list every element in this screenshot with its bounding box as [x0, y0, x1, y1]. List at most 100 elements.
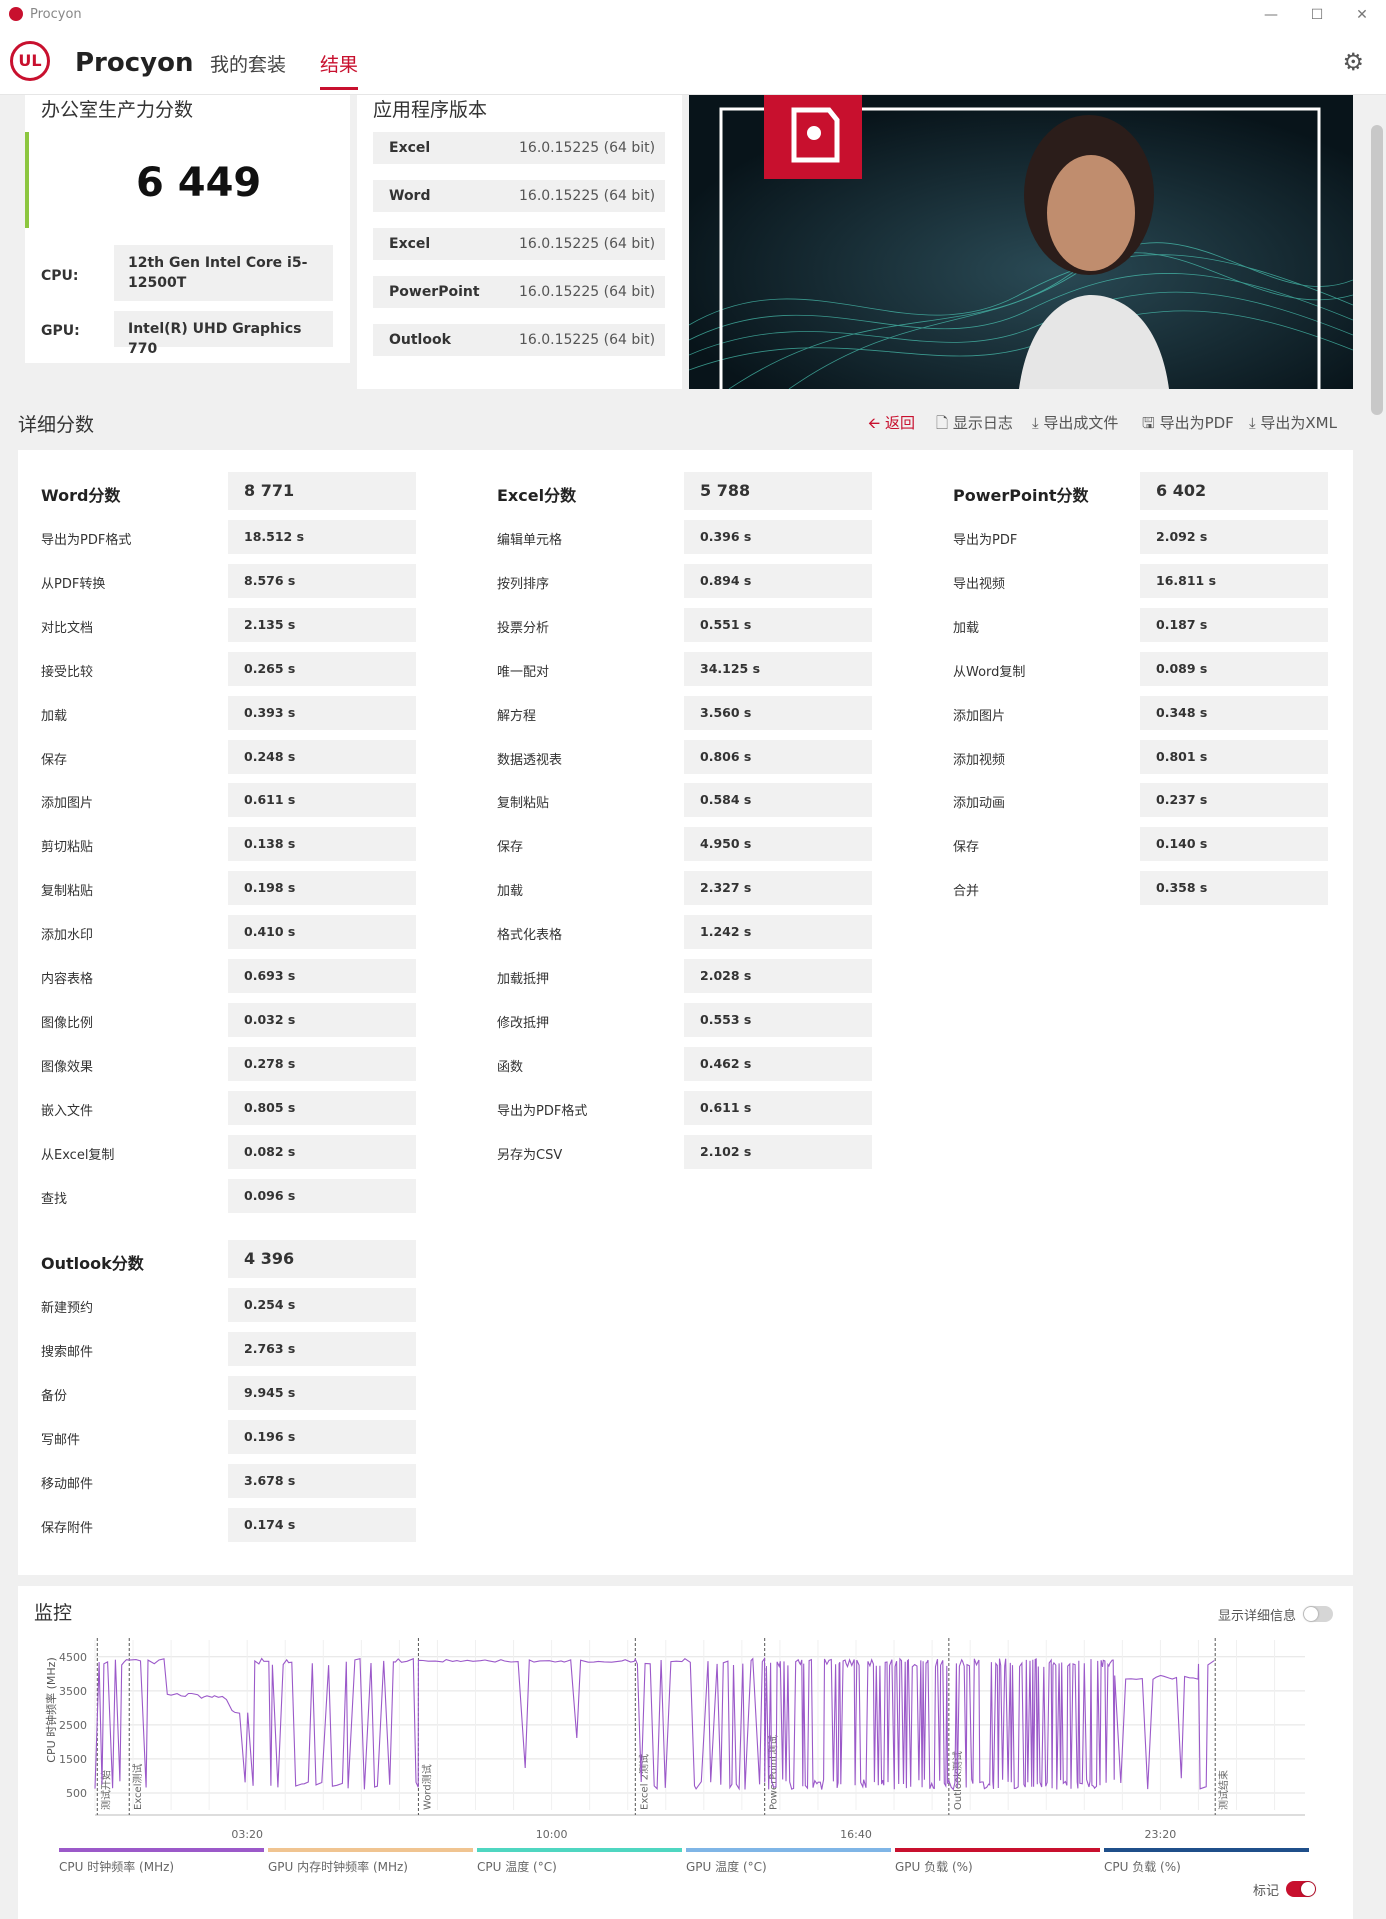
- test-time: 0.032 s: [228, 1002, 416, 1037]
- test-name: 唯一配对: [497, 664, 550, 680]
- ul-logo-icon: UL: [10, 41, 50, 81]
- test-time: 0.393 s: [228, 695, 416, 730]
- show-details-toggle[interactable]: [1303, 1606, 1333, 1622]
- test-time: 0.140 s: [1140, 827, 1328, 862]
- show-log-button[interactable]: 🗋 显示日志: [936, 412, 1013, 438]
- cpu-label: CPU:: [41, 268, 79, 284]
- app-name: Outlook: [389, 332, 451, 348]
- powerpoint-score-title: PowerPoint分数: [953, 486, 1089, 505]
- test-time: 0.410 s: [228, 915, 416, 950]
- test-time: 2.327 s: [684, 871, 872, 906]
- test-time: 0.611 s: [684, 1090, 872, 1125]
- test-time: 0.801 s: [1140, 739, 1328, 774]
- test-name: 从Excel复制: [41, 1147, 115, 1163]
- y-tick-label: 2500: [59, 1719, 87, 1732]
- test-name: 格式化表格: [497, 928, 563, 944]
- window-title: Procyon: [30, 7, 82, 22]
- window-titlebar: Procyon — ☐ ✕: [0, 0, 1386, 30]
- legend-swatch: [477, 1848, 682, 1852]
- marker-label: Excel测试: [131, 1764, 144, 1811]
- test-time: 0.358 s: [1140, 871, 1328, 906]
- test-name: 编辑单元格: [497, 533, 563, 548]
- scrollbar-thumb[interactable]: [1371, 125, 1383, 415]
- test-name: 解方程: [497, 708, 537, 724]
- test-time: 2.135 s: [228, 607, 416, 642]
- tab-results[interactable]: 结果: [320, 50, 359, 90]
- test-time: 0.248 s: [228, 739, 416, 774]
- test-name: 导出为PDF: [953, 533, 1018, 548]
- test-time: 0.611 s: [228, 783, 416, 818]
- test-name: 备份: [41, 1388, 68, 1404]
- test-name: 函数: [497, 1059, 524, 1075]
- monitor-title: 监控: [34, 1602, 73, 1624]
- gpu-value: Intel(R) UHD Graphics 770: [114, 311, 333, 357]
- test-name: 接受比较: [41, 664, 94, 680]
- marker-label: 测试结束: [1217, 1770, 1230, 1810]
- test-time: 3.678 s: [228, 1463, 416, 1498]
- versions-title: 应用程序版本: [373, 99, 488, 121]
- overall-score: 6 449: [136, 160, 262, 206]
- test-time: 0.693 s: [228, 959, 416, 993]
- test-name: 保存: [41, 752, 68, 768]
- test-time: 0.237 s: [1140, 783, 1328, 818]
- test-time: 0.174 s: [228, 1507, 416, 1542]
- minimize-button[interactable]: —: [1256, 4, 1286, 26]
- test-time: 0.187 s: [1140, 607, 1328, 642]
- test-name: 保存附件: [41, 1520, 94, 1536]
- test-name: 图像效果: [41, 1059, 94, 1075]
- test-name: 按列排序: [497, 576, 550, 592]
- marker-toggle[interactable]: [1286, 1881, 1316, 1897]
- export-file-button[interactable]: ⤓ 导出成文件: [1032, 412, 1118, 433]
- test-name: 添加视频: [953, 752, 1006, 768]
- app-header: UL Procyon 我的套装 结果 ⚙: [0, 30, 1386, 95]
- tab-my-suites[interactable]: 我的套装: [210, 50, 286, 87]
- legend-label: CPU 时钟频率 (MHz): [59, 1860, 175, 1874]
- test-name: 数据透视表: [497, 752, 563, 768]
- monitor-chart: CPU 时钟频率 (MHz) 500 1500 2500 3500 4500 03:20 1…: [44, 1638, 1305, 1840]
- test-name: 加载抵押: [497, 972, 550, 987]
- powerpoint-score-value: 6 402: [1140, 472, 1328, 510]
- close-button[interactable]: ✕: [1347, 4, 1377, 26]
- legend-item[interactable]: CPU 负载 (%): [1104, 1848, 1309, 1875]
- test-time: 0.082 s: [228, 1134, 416, 1169]
- legend-item[interactable]: GPU 内存时钟频率 (MHz): [268, 1848, 473, 1875]
- legend-item[interactable]: GPU 负载 (%): [895, 1848, 1100, 1875]
- legend-label: GPU 内存时钟频率 (MHz): [268, 1860, 408, 1874]
- version-row: Excel 16.0.15225 (64 bit): [373, 228, 665, 260]
- document-icon: 🗋: [936, 414, 953, 432]
- test-name: 另存为CSV: [497, 1147, 563, 1163]
- test-name: 复制粘贴: [497, 796, 550, 812]
- marker-label: 测试开始: [99, 1770, 112, 1810]
- marker-label: Excel 2测试: [637, 1754, 650, 1810]
- legend-swatch: [268, 1848, 473, 1852]
- test-time: 16.811 s: [1140, 563, 1328, 598]
- back-button[interactable]: 🡨 返回: [868, 412, 915, 438]
- marker-label: Word测试: [420, 1764, 433, 1810]
- app-version: 16.0.15225 (64 bit): [519, 332, 656, 348]
- y-tick-label: 4500: [59, 1651, 87, 1664]
- gear-icon[interactable]: ⚙: [1342, 48, 1364, 76]
- brand-name: Procyon: [75, 48, 194, 78]
- app-logo-icon: [9, 7, 23, 21]
- version-row: Word 16.0.15225 (64 bit): [373, 180, 665, 212]
- export-xml-button[interactable]: ⤓ 导出为XML: [1249, 412, 1337, 433]
- test-time: 0.551 s: [684, 607, 872, 642]
- legend-swatch: [59, 1848, 264, 1852]
- word-score-title: Word分数: [41, 486, 121, 505]
- outlook-score-title: Outlook分数: [41, 1254, 144, 1273]
- test-name: 修改抵押: [497, 1015, 550, 1031]
- version-row: PowerPoint 16.0.15225 (64 bit): [373, 276, 665, 308]
- toggle-knob: [1304, 1607, 1318, 1621]
- legend-item[interactable]: GPU 温度 (°C): [686, 1848, 891, 1875]
- maximize-button[interactable]: ☐: [1302, 4, 1332, 26]
- test-time: 0.348 s: [1140, 695, 1328, 730]
- y-axis-label: CPU 时钟频率 (MHz): [44, 1657, 58, 1762]
- version-row: Outlook 16.0.15225 (64 bit): [373, 324, 665, 356]
- legend-item[interactable]: CPU 时钟频率 (MHz): [59, 1848, 264, 1875]
- app-name: Excel: [389, 236, 431, 252]
- test-name: 保存: [953, 840, 980, 856]
- legend-item[interactable]: CPU 温度 (°C): [477, 1848, 682, 1875]
- export-pdf-button[interactable]: 🖫 导出为PDF: [1142, 412, 1234, 438]
- version-row: Excel 16.0.15225 (64 bit): [373, 132, 665, 164]
- test-time: 9.945 s: [228, 1375, 416, 1410]
